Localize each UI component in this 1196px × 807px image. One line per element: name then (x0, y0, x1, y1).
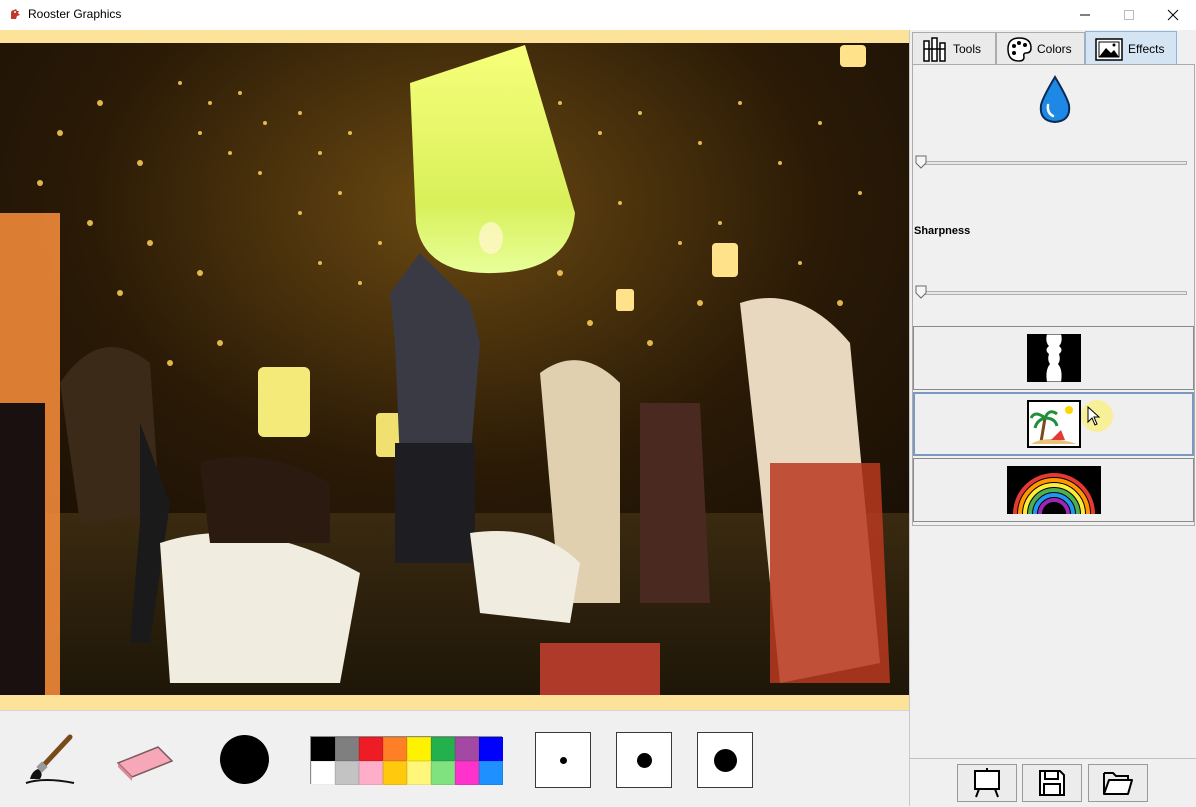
sharpness-slider-thumb[interactable] (915, 285, 927, 299)
swatch-black[interactable] (311, 737, 335, 761)
minimize-icon (1080, 14, 1090, 16)
sharpness-slider-track (919, 291, 1187, 295)
silhouette-effect-button[interactable] (913, 326, 1194, 390)
swatch-blue[interactable] (479, 737, 503, 761)
blur-slider-track (919, 161, 1187, 165)
maximize-icon (1124, 10, 1134, 20)
tab-effects-label: Effects (1128, 41, 1165, 56)
swatch-light-gray[interactable] (335, 761, 359, 785)
beach-scene-icon (1026, 400, 1081, 448)
swatch-green[interactable] (431, 737, 455, 761)
tab-tools-label: Tools (953, 41, 982, 56)
close-icon (1167, 9, 1179, 21)
save-button[interactable] (1022, 764, 1082, 802)
sharpness-label: Sharpness (914, 225, 971, 237)
swatch-gold[interactable] (383, 761, 407, 785)
swatch-yellow[interactable] (407, 737, 431, 761)
swatch-orange[interactable] (383, 737, 407, 761)
window-title: Rooster Graphics (28, 7, 122, 21)
tab-effects[interactable]: Effects (1085, 31, 1177, 65)
swatch-light-green[interactable] (431, 761, 455, 785)
tab-tools[interactable]: Tools (912, 32, 996, 64)
open-folder-icon (1103, 772, 1133, 795)
paintbrush-icon[interactable] (24, 733, 78, 785)
brush-size-small-button[interactable] (535, 732, 591, 788)
save-icon (1039, 770, 1065, 796)
swatch-light-blue[interactable] (479, 761, 503, 785)
tab-bar: Tools Colors Effects (912, 31, 1195, 65)
swatch-red[interactable] (359, 737, 383, 761)
swatch-purple[interactable] (455, 737, 479, 761)
palette-icon (1007, 36, 1032, 62)
large-dot-icon (713, 748, 737, 772)
bottom-toolbar (0, 710, 909, 807)
brush-size-medium-button[interactable] (616, 732, 672, 788)
swatch-gray[interactable] (335, 737, 359, 761)
tools-icon (923, 36, 946, 62)
current-color-icon[interactable] (220, 735, 269, 784)
canvas-icon (974, 768, 1000, 798)
panel-footer (910, 758, 1196, 807)
minimize-button[interactable] (1062, 0, 1108, 30)
maximize-button[interactable] (1106, 0, 1152, 30)
mouse-pointer-icon (1087, 406, 1101, 426)
rainbow-icon (1006, 466, 1101, 514)
medium-dot-icon (636, 752, 652, 768)
rainbow-effect-button[interactable] (913, 458, 1194, 522)
effects-tab-content: Sharpness (912, 64, 1195, 526)
swatch-pink[interactable] (359, 761, 383, 785)
silhouette-faces-icon (1026, 334, 1081, 382)
side-panel: Tools Colors Effects Sharpness (909, 30, 1196, 807)
picture-icon (1095, 37, 1123, 61)
water-drop-icon (1039, 75, 1071, 124)
beach-effect-button[interactable] (913, 392, 1194, 456)
tab-colors-label: Colors (1037, 41, 1072, 56)
color-palette (310, 736, 503, 785)
blur-slider-thumb[interactable] (915, 155, 927, 169)
small-dot-icon (559, 756, 567, 764)
swatch-magenta[interactable] (455, 761, 479, 785)
tab-colors[interactable]: Colors (996, 32, 1085, 64)
new-canvas-button[interactable] (957, 764, 1017, 802)
close-button[interactable] (1150, 0, 1196, 30)
swatch-light-yellow[interactable] (407, 761, 431, 785)
brush-size-large-button[interactable] (697, 732, 753, 788)
eraser-icon[interactable] (114, 741, 176, 781)
drawing-canvas[interactable] (0, 30, 909, 710)
swatch-white[interactable] (311, 761, 335, 785)
title-bar: Rooster Graphics (0, 0, 1196, 30)
lantern-festival-photo (0, 43, 909, 695)
rooster-icon (11, 9, 20, 19)
open-folder-button[interactable] (1088, 764, 1148, 802)
